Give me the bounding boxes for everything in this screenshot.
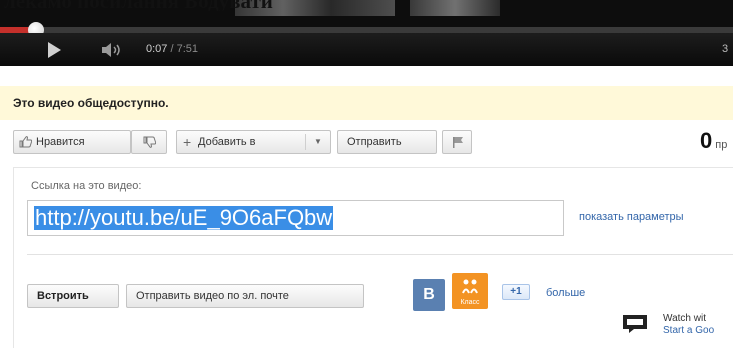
visibility-notice: Это видео общедоступно. xyxy=(0,86,733,120)
share-label: Отправить xyxy=(347,136,402,148)
flag-icon xyxy=(453,137,463,148)
thumb-up-icon xyxy=(19,136,32,148)
player-controls: 0:07 / 7:51 3 xyxy=(0,33,733,66)
vk-share-icon[interactable]: B xyxy=(413,279,445,311)
show-options-link[interactable]: показать параметры xyxy=(579,211,684,223)
add-to-button[interactable]: + Добавить в ▼ xyxy=(176,130,331,154)
add-to-divider xyxy=(305,134,306,150)
embed-button[interactable]: Встроить xyxy=(27,284,119,308)
play-icon[interactable] xyxy=(48,42,61,58)
odnoklassniki-share-icon[interactable]: Класс xyxy=(452,273,488,309)
visibility-notice-text: Это видео общедоступно. xyxy=(13,96,169,110)
like-button[interactable]: Нравится xyxy=(13,130,131,154)
flag-button[interactable] xyxy=(442,130,472,154)
more-link[interactable]: больше xyxy=(546,287,585,299)
volume-icon[interactable] xyxy=(100,41,126,59)
share-link-value[interactable]: http://youtu.be/uE_9O6aFQbw xyxy=(34,206,334,230)
page-caption: лекамо посилання Бодувати xyxy=(4,0,733,11)
views-count-number: 0 xyxy=(700,128,713,153)
time-display: 0:07 / 7:51 xyxy=(146,43,198,55)
divider xyxy=(27,254,733,255)
share-button[interactable]: Отправить xyxy=(337,130,437,154)
current-time: 0:07 xyxy=(146,43,168,55)
share-link-field[interactable]: http://youtu.be/uE_9O6aFQbw xyxy=(27,200,564,236)
email-button[interactable]: Отправить видео по эл. почте xyxy=(126,284,364,308)
chat-icon[interactable] xyxy=(622,314,648,334)
thumb-down-icon xyxy=(143,136,156,148)
plus-icon: + xyxy=(183,134,192,150)
odnoklassniki-glyph xyxy=(462,279,478,294)
odnoklassniki-label: Класс xyxy=(460,299,480,306)
chevron-down-icon[interactable]: ▼ xyxy=(314,131,322,153)
views-count-suffix: пр xyxy=(715,139,728,151)
email-label: Отправить видео по эл. почте xyxy=(136,290,289,302)
dislike-button[interactable] xyxy=(131,130,167,154)
add-to-label: Добавить в xyxy=(198,136,256,148)
views-count: 0 пр xyxy=(700,128,727,154)
duration: / 7:51 xyxy=(170,43,199,55)
watch-with-line1: Watch wit xyxy=(663,313,706,324)
gplus-button[interactable]: +1 xyxy=(502,284,530,300)
quality-button[interactable]: 3 xyxy=(722,43,728,55)
embed-label: Встроить xyxy=(37,290,89,302)
link-label: Ссылка на это видео: xyxy=(31,180,142,192)
watch-with-line2: Start a Goo xyxy=(663,325,715,336)
like-label: Нравится xyxy=(36,136,85,148)
watch-with-promo[interactable]: Watch wit Start a Goo xyxy=(663,313,714,337)
